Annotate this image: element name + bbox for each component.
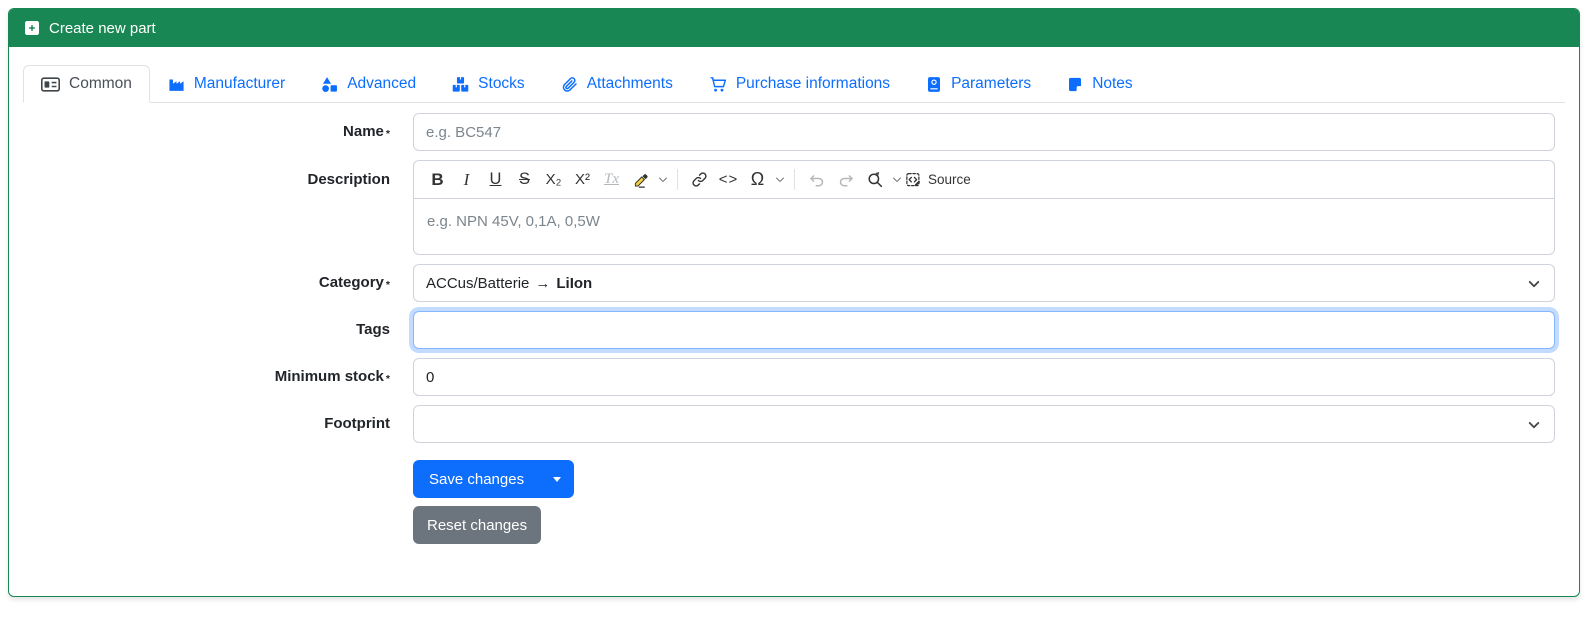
- chevron-down-icon[interactable]: [658, 173, 668, 183]
- source-editing-icon: [905, 171, 923, 189]
- toolbar-separator: [794, 169, 795, 190]
- common-tab-panel: Name* Description B I U S X₂ X² Tx: [9, 103, 1579, 544]
- undo-button[interactable]: [803, 166, 830, 193]
- description-editor-area[interactable]: e.g. NPN 45V, 0,1A, 0,5W: [414, 199, 1554, 254]
- strikethrough-button[interactable]: S: [511, 166, 538, 193]
- redo-button[interactable]: [832, 166, 859, 193]
- description-row: Description B I U S X₂ X² Tx <> Ω Source…: [9, 160, 1555, 255]
- tab-label: Purchase informations: [735, 75, 891, 92]
- tab-purchase-informations[interactable]: Purchase informations: [691, 65, 908, 103]
- find-replace-button[interactable]: [861, 166, 888, 193]
- save-button[interactable]: Save changes: [413, 460, 540, 498]
- shapes-icon: [321, 76, 338, 93]
- code-button[interactable]: <>: [715, 166, 742, 193]
- minimum-stock-label: Minimum stock *: [274, 368, 390, 385]
- editor-toolbar: B I U S X₂ X² Tx <> Ω Source: [414, 161, 1554, 199]
- find-replace-icon: [866, 171, 884, 189]
- tab-label: Stocks: [478, 75, 525, 92]
- source-editing-button[interactable]: Source: [905, 166, 971, 193]
- rich-text-editor: B I U S X₂ X² Tx <> Ω Source e.g. NPN 45…: [413, 160, 1555, 255]
- tab-advanced[interactable]: Advanced: [303, 65, 434, 103]
- boxes-stacked-icon: [452, 76, 469, 93]
- minimum-stock-row: Minimum stock *: [9, 358, 1555, 396]
- required-asterisk: *: [385, 373, 390, 385]
- italic-button[interactable]: I: [453, 166, 480, 193]
- highlight-marker-icon: [632, 171, 650, 189]
- tab-label: Parameters: [951, 75, 1032, 92]
- tab-bar: Common Manufacturer Advanced Stocks Atta…: [23, 65, 1565, 103]
- tab-stocks[interactable]: Stocks: [434, 65, 543, 103]
- category-parent: ACCus/Batterie: [426, 274, 530, 292]
- tab-label: Notes: [1092, 75, 1133, 92]
- address-book-icon: [926, 76, 942, 93]
- save-button-group: Save changes: [413, 460, 575, 498]
- tab-label: Advanced: [347, 75, 417, 92]
- sticky-note-icon: [1067, 76, 1083, 93]
- reset-button[interactable]: Reset changes: [413, 506, 542, 544]
- factory-icon: [168, 76, 185, 93]
- link-button[interactable]: [686, 166, 713, 193]
- required-asterisk: *: [385, 128, 390, 140]
- tags-row: Tags: [9, 311, 1555, 349]
- superscript-button[interactable]: X²: [569, 166, 596, 193]
- save-button-row: Save changes: [9, 452, 1555, 498]
- shopping-cart-icon: [709, 76, 727, 93]
- name-input[interactable]: [413, 113, 1555, 151]
- create-part-card: Create new part Common Manufacturer Adva…: [8, 8, 1580, 597]
- undo-icon: [808, 171, 826, 189]
- description-placeholder: e.g. NPN 45V, 0,1A, 0,5W: [427, 213, 600, 230]
- reset-button-row: Reset changes: [9, 506, 1555, 544]
- bold-button[interactable]: B: [424, 166, 451, 193]
- chevron-down-icon: [1528, 276, 1540, 288]
- name-row: Name *: [9, 113, 1555, 151]
- category-row: Category * ACCus/Batterie → LiIon: [9, 264, 1555, 302]
- footprint-label: Footprint: [324, 415, 390, 432]
- special-character-button[interactable]: Ω: [744, 166, 771, 193]
- footprint-select[interactable]: [413, 405, 1555, 443]
- tab-attachments[interactable]: Attachments: [543, 65, 691, 103]
- category-select[interactable]: ACCus/Batterie → LiIon: [413, 264, 1555, 302]
- minimum-stock-input[interactable]: [413, 358, 1555, 396]
- page-title: Create new part: [49, 19, 156, 37]
- caret-down-icon: [553, 476, 562, 482]
- save-dropdown-toggle[interactable]: [540, 460, 574, 498]
- tags-label: Tags: [356, 321, 390, 338]
- category-label: Category *: [318, 274, 390, 291]
- source-label: Source: [928, 172, 971, 187]
- square-plus-icon: [24, 20, 40, 36]
- chevron-down-icon[interactable]: [892, 173, 902, 183]
- tab-parameters[interactable]: Parameters: [908, 65, 1049, 103]
- toolbar-separator: [677, 169, 678, 190]
- remove-format-button[interactable]: Tx: [598, 166, 625, 193]
- paperclip-icon: [561, 76, 578, 93]
- link-icon: [691, 171, 708, 188]
- name-label: Name *: [343, 123, 390, 140]
- highlight-marker-button[interactable]: [627, 166, 654, 193]
- tab-manufacturer[interactable]: Manufacturer: [150, 65, 303, 103]
- tab-notes[interactable]: Notes: [1049, 65, 1151, 103]
- chevron-down-icon[interactable]: [775, 173, 785, 183]
- required-asterisk: *: [385, 279, 390, 291]
- tab-common[interactable]: Common: [23, 65, 150, 103]
- description-label: Description: [307, 171, 390, 188]
- tags-input[interactable]: [413, 311, 1555, 349]
- tab-label: Common: [69, 75, 132, 92]
- category-arrow: →: [535, 274, 551, 292]
- chevron-down-icon: [1528, 417, 1540, 429]
- category-selected-value: LiIon: [556, 274, 593, 292]
- tab-label: Manufacturer: [193, 75, 286, 92]
- subscript-button[interactable]: X₂: [540, 166, 567, 193]
- footprint-row: Footprint: [9, 405, 1555, 443]
- card-header: Create new part: [9, 9, 1579, 47]
- address-card-icon: [41, 76, 60, 92]
- underline-button[interactable]: U: [482, 166, 509, 193]
- tab-label: Attachments: [586, 75, 673, 92]
- redo-icon: [837, 171, 855, 189]
